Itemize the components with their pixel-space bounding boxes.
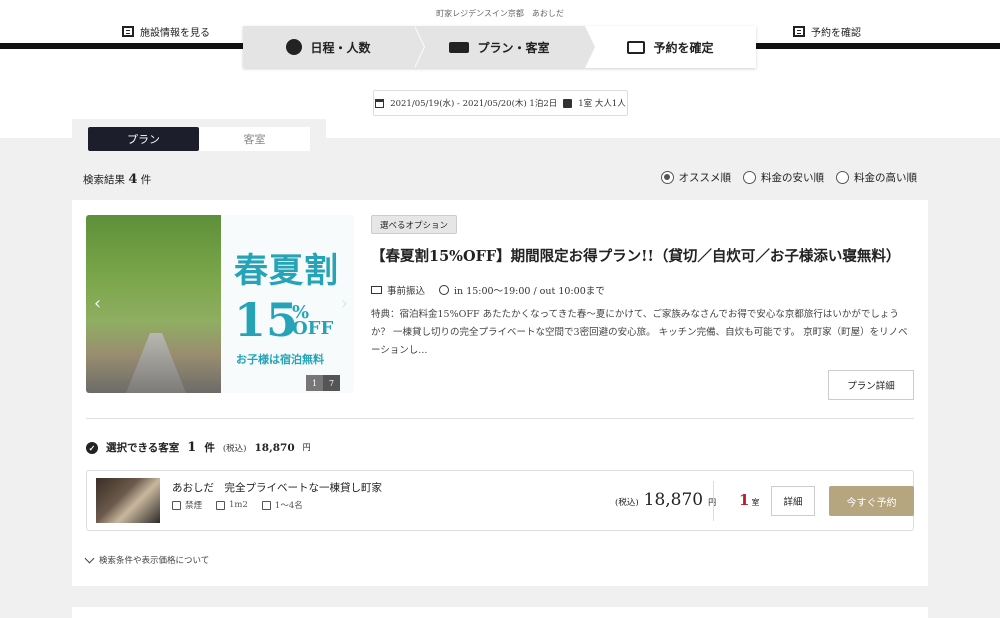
room-row: あおしだ 完全プライベートな一棟貸し町家 禁煙 1m2 1～4名 (税込) 18… [86, 470, 914, 531]
available-label: 選択できる客室 [106, 442, 180, 454]
checkin-label: in 15:00～19:00 / out 10:00まで [454, 286, 605, 297]
results-unit: 件 [140, 174, 152, 186]
facility-info-label: 施設情報を見る [140, 28, 210, 39]
no-smoking-icon [172, 500, 181, 510]
plan-meta: 事前振込 in 15:00～19:00 / out 10:00まで [371, 283, 605, 297]
room-count-number: 1 [739, 491, 750, 509]
sort-label: オススメ順 [678, 172, 732, 184]
pager-total: 7 [323, 375, 340, 391]
available-count: 1 [187, 440, 197, 455]
payment-info: 事前振込 [371, 283, 425, 297]
room-price: (税込) 18,870 円 [615, 490, 716, 510]
room-price-amount: 18,870 [643, 490, 704, 510]
step-label: プラン・客室 [477, 40, 550, 55]
step-label: 予約を確定 [653, 40, 714, 55]
area-info: 1m2 [216, 500, 248, 510]
promo-title: 春夏割 [234, 251, 339, 291]
brand-subtitle: 町家レジデンスイン京都 あおしだ [436, 9, 564, 18]
available-price: 18,870 [254, 441, 295, 454]
area-label: 1m2 [229, 500, 248, 510]
promo-off: % OFF [292, 304, 334, 339]
tab-plan[interactable]: プラン [88, 127, 199, 151]
image-pager: 1 7 [306, 375, 340, 391]
radio[interactable] [836, 171, 849, 184]
view-tabs-container: プラン 客室 [72, 119, 326, 159]
divider [713, 481, 714, 521]
results-number: 4 [128, 172, 138, 187]
smoking-info: 禁煙 [172, 499, 202, 511]
search-summary[interactable]: 2021/05/19(水) - 2021/05/20(木) 1泊2日 1室 大人… [373, 90, 628, 116]
plan-image-carousel[interactable]: 春夏割 15 % OFF お子様は宿泊無料 ‹ › 1 7 [86, 215, 354, 393]
briefcase-icon [627, 40, 646, 54]
booking-steps: 日程・人数 プラン・客室 予約を確定 [243, 26, 756, 68]
sort-recommended[interactable]: オススメ順 [660, 170, 732, 185]
check-reservation-link[interactable]: 予約を確認 [793, 24, 861, 39]
sort-label: 料金の安い順 [761, 172, 824, 184]
check-circle-icon: ✓ [86, 441, 98, 454]
sort-price-low[interactable]: 料金の安い順 [743, 170, 824, 185]
credit-card-icon [371, 286, 382, 294]
plan-detail-button[interactable]: プラン詳細 [828, 370, 914, 400]
list-icon [793, 26, 805, 37]
search-guests: 1室 大人1人 [578, 99, 626, 109]
radio-selected[interactable] [660, 171, 674, 184]
capacity-info: 1～4名 [261, 499, 303, 511]
building-icon [122, 26, 134, 37]
room-detail-button[interactable]: 詳細 [771, 486, 815, 516]
search-conditions-toggle[interactable]: 検索条件や表示価格について [84, 553, 210, 566]
room-count: 1 室 [739, 491, 759, 509]
results-count: 検索結果 4 件 [83, 172, 151, 187]
room-thumbnail[interactable] [96, 478, 160, 523]
next-plan-card [72, 607, 928, 618]
step-label: 日程・人数 [310, 40, 371, 55]
smoking-label: 禁煙 [185, 501, 203, 511]
payment-label: 事前振込 [387, 286, 426, 297]
facility-info-link[interactable]: 施設情報を見る [122, 24, 210, 39]
calendar-icon [375, 98, 385, 108]
people-icon [261, 500, 271, 510]
capacity-label: 1～4名 [274, 501, 303, 511]
radio[interactable] [743, 171, 756, 184]
room-meta: 禁煙 1m2 1～4名 [172, 499, 303, 511]
search-dates: 2021/05/19(水) - 2021/05/20(木) 1泊2日 [390, 99, 558, 109]
tab-room[interactable]: 客室 [199, 127, 310, 151]
available-unit: 件 [204, 442, 215, 454]
room-count-unit: 室 [751, 498, 760, 507]
sort-price-high[interactable]: 料金の高い順 [836, 170, 917, 185]
check-reservation-label: 予約を確認 [811, 28, 861, 39]
step-plan-room[interactable]: プラン・客室 [414, 26, 596, 68]
search-conditions-label: 検索条件や表示価格について [99, 556, 210, 566]
bed-icon [449, 41, 470, 53]
checkin-info: in 15:00～19:00 / out 10:00まで [439, 283, 605, 297]
step-confirm: 予約を確定 [585, 26, 756, 68]
chevron-right-icon[interactable]: › [341, 293, 348, 314]
plan-description: 特典：宿泊料金15%OFF あたたかくなってきた春～夏にかけて、ご家族みなさんで… [371, 309, 908, 356]
bamboo-photo [86, 215, 221, 393]
step-date-guests[interactable]: 日程・人数 [243, 26, 425, 68]
yen-unit: 円 [302, 443, 311, 452]
room-price-prefix: (税込) [615, 498, 639, 508]
chevron-left-icon[interactable]: ‹ [94, 293, 101, 314]
room-name: あおしだ 完全プライベートな一棟貸し町家 [172, 482, 382, 494]
promo-subtitle: お子様は宿泊無料 [236, 353, 324, 366]
user-icon [286, 39, 303, 55]
sort-options: オススメ順 料金の安い順 料金の高い順 [660, 170, 917, 185]
sort-label: 料金の高い順 [854, 172, 917, 184]
clock-icon [439, 285, 450, 295]
view-tabs: プラン 客室 [88, 127, 310, 151]
plan-title[interactable]: 【春夏割15%OFF】期間限定お得プラン!!（貸切／自炊可／お子様添い寝無料） [371, 245, 900, 266]
person-icon [563, 98, 573, 108]
pager-current: 1 [306, 375, 323, 391]
divider [86, 418, 914, 419]
plan-card: 春夏割 15 % OFF お子様は宿泊無料 ‹ › 1 7 選べるオプション 【… [72, 200, 928, 586]
floor-plan-icon [216, 500, 226, 510]
available-rooms-header: ✓ 選択できる客室 1 件 (税込) 18,870 円 [86, 440, 311, 455]
price-prefix: (税込) [222, 443, 247, 454]
option-badge: 選べるオプション [371, 215, 458, 234]
promo-off-text: OFF [292, 318, 334, 339]
results-label: 検索結果 [83, 174, 125, 186]
chevron-down-icon [84, 553, 95, 563]
promo-number: 15 [234, 293, 299, 347]
reserve-now-button[interactable]: 今すぐ予約 [829, 486, 914, 516]
